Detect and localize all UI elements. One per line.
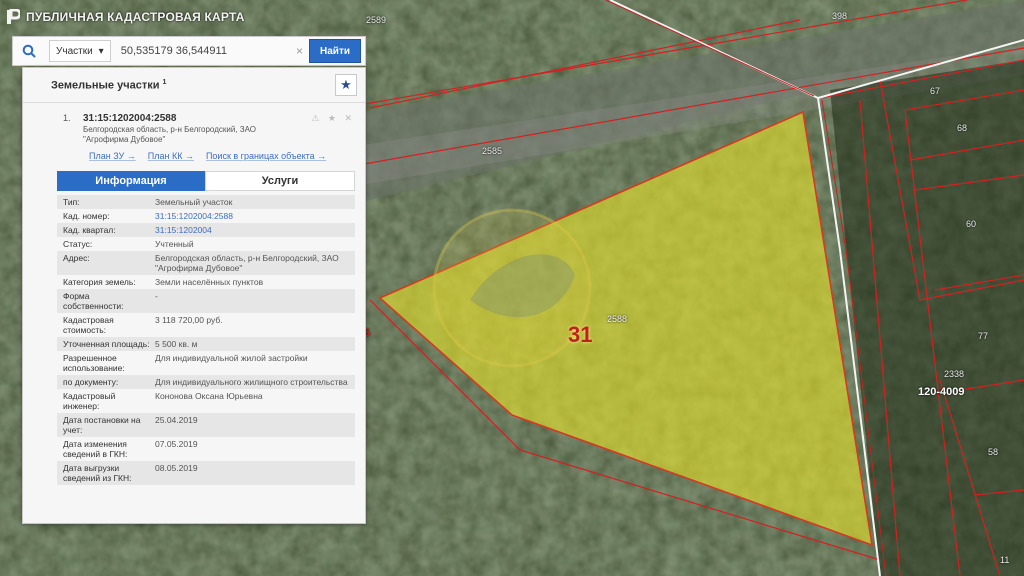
info-row-cad-value: Кадастровая стоимость: 3 118 720,00 руб.: [57, 313, 355, 337]
result-item[interactable]: 1. 31:15:1202004:2588 Белгородская облас…: [23, 103, 365, 145]
result-address: Белгородская область, р-н Белгородский, …: [83, 125, 256, 144]
info-row-ownership: Форма собственности: -: [57, 289, 355, 313]
result-links: План ЗУ → План КК → Поиск в границах объ…: [89, 151, 365, 161]
info-table: Тип: Земельный участок Кад. номер: 31:15:1…: [57, 195, 355, 485]
parcel-label-68: 68: [957, 123, 968, 133]
app-title-text: ПУБЛИЧНАЯ КАДАСТРОВАЯ КАРТА: [26, 10, 245, 24]
info-row-registration-date: Дата постановки на учет: 25.04.2019: [57, 413, 355, 437]
info-row-cad-quarter: Кад. квартал: 31:15:1202004: [57, 223, 355, 237]
search-input[interactable]: [118, 44, 296, 58]
result-tools-icons[interactable]: ⚠ ★ ✕: [311, 113, 355, 124]
info-row-status: Статус: Учтенный: [57, 237, 355, 251]
search-type-label: Участки: [56, 45, 93, 57]
quarter-label: 120-4009: [918, 386, 965, 398]
tab-services[interactable]: Услуги: [205, 171, 355, 191]
info-row-type: Тип: Земельный участок: [57, 195, 355, 209]
tab-info[interactable]: Информация: [57, 171, 205, 191]
panel-title: Земельные участки 1: [51, 78, 167, 92]
search-bounds-link[interactable]: Поиск в границах объекта →: [206, 151, 326, 161]
parcel-label-11: 11: [1000, 555, 1010, 565]
parcel-label-31: 31: [568, 322, 593, 347]
parcel-label-2589: 2589: [366, 15, 387, 25]
parcel-label-77: 77: [978, 331, 989, 341]
info-row-permitted-use: Разрешенное использование: Для индивидуал…: [57, 351, 355, 375]
rosreestr-logo-icon: [6, 8, 22, 25]
favorite-button[interactable]: ★: [335, 74, 357, 96]
parcel-label-60: 60: [966, 219, 977, 229]
panel-tabs: Информация Услуги: [57, 171, 355, 191]
clear-icon[interactable]: ×: [296, 44, 303, 58]
star-icon: ★: [340, 77, 352, 92]
result-count: 1: [162, 78, 167, 86]
info-row-change-date: Дата изменения сведений в ГКН: 07.05.2019: [57, 437, 355, 461]
search-button[interactable]: Найти: [309, 39, 361, 63]
info-row-export-date: Дата выгрузки сведений из ГКН: 08.05.2019: [57, 461, 355, 485]
panel-header: Земельные участки 1 ★: [23, 68, 365, 103]
info-row-area: Уточненная площадь: 5 500 кв. м: [57, 337, 355, 351]
result-number: 1.: [63, 113, 71, 123]
parcel-label-67: 67: [930, 86, 941, 96]
search-type-select[interactable]: Участки ▾: [49, 40, 111, 62]
plan-zu-link[interactable]: План ЗУ →: [89, 151, 136, 161]
info-row-by-document: по документу: Для индивидуального жилищно…: [57, 375, 355, 389]
search-bar: Участки ▾ × Найти: [12, 36, 366, 66]
plan-kk-link[interactable]: План КК →: [148, 151, 194, 161]
parcel-label-398: 398: [832, 11, 848, 21]
app-title: ПУБЛИЧНАЯ КАДАСТРОВАЯ КАРТА: [6, 7, 245, 27]
parcel-label-2588: 2588: [607, 314, 628, 324]
info-row-engineer: Кадастровый инженер: Кононова Оксана Юрье…: [57, 389, 355, 413]
info-row-address: Адрес: Белгородская область, р-н Белгород…: [57, 251, 355, 275]
parcel-label-58: 58: [988, 447, 999, 457]
chevron-down-icon: ▾: [98, 45, 104, 57]
parcel-label-2585: 2585: [482, 146, 503, 156]
info-row-cad-number: Кад. номер: 31:15:1202004:2588: [57, 209, 355, 223]
parcel-label-2338: 2338: [944, 369, 965, 379]
search-icon[interactable]: [13, 37, 45, 65]
info-row-land-category: Категория земель: Земли населённых пункто…: [57, 275, 355, 289]
results-panel: Земельные участки 1 ★ 1. 31:15:1202004:2…: [22, 67, 366, 524]
